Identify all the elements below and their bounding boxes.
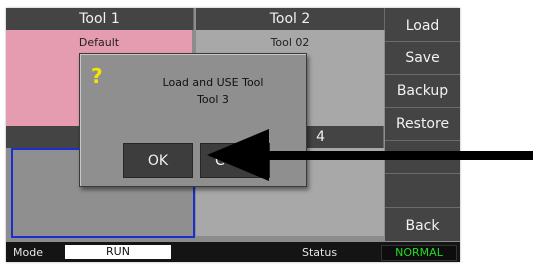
ok-button-label: OK (147, 153, 169, 169)
arrow-shaft (262, 151, 533, 160)
dialog-message-line-1: Load and USE Tool (162, 76, 264, 89)
back-button[interactable]: Back (385, 208, 460, 241)
tile-2-name: Tool 02 (270, 36, 310, 49)
status-bar: Mode RUN Status NORMAL (6, 242, 460, 262)
status-value: NORMAL (381, 245, 457, 261)
load-button[interactable]: Load (385, 8, 460, 42)
mode-label: Mode (13, 246, 43, 259)
load-tool-dialog: ? Load and USE Tool Tool 3 OK C (79, 53, 307, 187)
ok-button[interactable]: OK (123, 143, 193, 178)
save-button[interactable]: Save (385, 42, 460, 75)
dialog-message-line-2: Tool 3 (197, 93, 229, 106)
mode-value: RUN (65, 245, 171, 259)
arrow-head-icon (207, 129, 269, 181)
status-label: Status (302, 246, 338, 259)
question-icon: ? (91, 64, 103, 88)
backup-button[interactable]: Backup (385, 75, 460, 108)
side-button-6[interactable] (385, 174, 460, 208)
tile-2-header: Tool 2 (196, 8, 385, 30)
tile-1-header: Tool 1 (6, 8, 194, 30)
restore-button[interactable]: Restore (385, 108, 460, 141)
tile-1-name: Default (78, 36, 120, 49)
